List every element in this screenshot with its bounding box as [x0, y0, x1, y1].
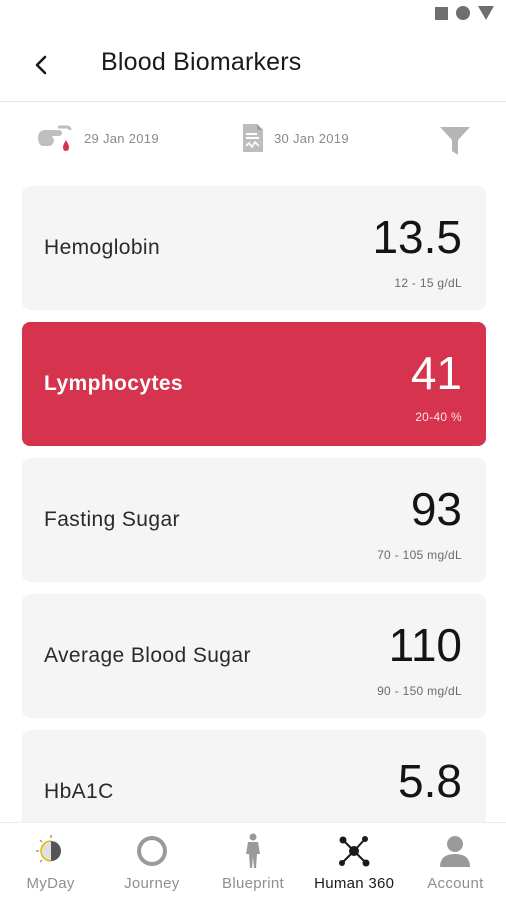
tab-human-360[interactable]: Human 360 [304, 823, 405, 900]
status-icons [435, 6, 494, 20]
biomarker-name: HbA1C [44, 780, 114, 803]
chevron-left-icon [35, 55, 47, 75]
biomarker-name: Average Blood Sugar [44, 644, 251, 667]
biomarker-value: 41 [410, 347, 462, 399]
collected-date[interactable]: 29 Jan 2019 [36, 122, 159, 154]
date-row: 29 Jan 2019 30 Jan 2019 [0, 110, 506, 172]
reported-date-text: 30 Jan 2019 [274, 130, 349, 146]
biomarker-card-average-blood-sugar[interactable]: Average Blood Sugar 110 90 - 150 mg/dL [22, 594, 486, 718]
biomarker-card-lymphocytes[interactable]: Lymphocytes 41 20-40 % [22, 322, 486, 446]
back-button[interactable] [26, 50, 56, 80]
tab-account[interactable]: Account [405, 823, 506, 900]
biomarker-card-fasting-sugar[interactable]: Fasting Sugar 93 70 - 105 mg/dL [22, 458, 486, 582]
biomarker-name: Hemoglobin [44, 236, 161, 259]
signal-icon [478, 6, 494, 20]
reported-date[interactable]: 30 Jan 2019 [240, 122, 349, 154]
biomarker-range: 12 - 15 g/dL [394, 276, 462, 290]
record-icon [456, 6, 470, 20]
page-title: Blood Biomarkers [101, 48, 302, 76]
blood-drop-hand-icon [38, 125, 72, 151]
tab-myday[interactable]: MyDay [0, 823, 101, 900]
status-bar [0, 0, 506, 34]
biomarker-list: Hemoglobin 13.5 12 - 15 g/dL Lymphocytes… [22, 186, 486, 822]
user-icon [437, 833, 473, 869]
stop-icon [435, 6, 448, 20]
tab-label: Human 360 [314, 875, 395, 892]
tab-label: Account [427, 875, 484, 892]
tab-label: MyDay [26, 875, 75, 892]
biomarker-card-hemoglobin[interactable]: Hemoglobin 13.5 12 - 15 g/dL [22, 186, 486, 310]
biomarker-value: 93 [410, 483, 462, 535]
tab-label: Journey [124, 875, 180, 892]
tab-journey[interactable]: Journey [101, 823, 202, 900]
biomarker-value: 13.5 [372, 211, 462, 263]
biomarker-name: Lymphocytes [44, 372, 183, 395]
biomarker-range: 90 - 150 mg/dL [377, 684, 462, 698]
biomarker-value: 110 [388, 619, 462, 671]
network-nodes-icon [336, 833, 372, 869]
tab-blueprint[interactable]: Blueprint [202, 823, 303, 900]
biomarker-name: Fasting Sugar [44, 508, 180, 531]
collected-date-text: 29 Jan 2019 [84, 130, 159, 146]
report-document-icon [243, 124, 263, 152]
body-figure-icon [235, 833, 271, 869]
filter-button[interactable] [438, 124, 472, 163]
biomarker-range: 20-40 % [415, 410, 462, 424]
biomarker-value: 5.8 [398, 755, 462, 807]
app-header: Blood Biomarkers [0, 34, 506, 102]
biomarker-card-hba1c[interactable]: HbA1C 5.8 [22, 730, 486, 822]
filter-icon [440, 127, 470, 155]
tab-label: Blueprint [222, 875, 284, 892]
day-night-icon [33, 833, 69, 869]
biomarker-range: 70 - 105 mg/dL [377, 548, 462, 562]
bottom-tab-bar: MyDay Journey Blueprint Human 360 Accoun… [0, 822, 506, 900]
compass-icon [134, 833, 170, 869]
